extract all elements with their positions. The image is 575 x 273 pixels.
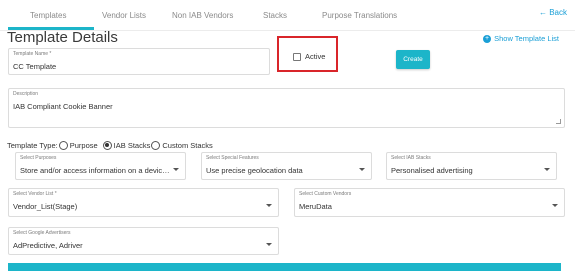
create-button[interactable]: Create [396, 50, 430, 69]
select-google-advertisers[interactable]: Select Google Advertisers AdPredictive, … [8, 227, 279, 255]
template-name-value: CC Template [13, 62, 57, 71]
select-google-advertisers-value: AdPredictive, Adriver [13, 241, 83, 250]
plus-circle-icon: + [483, 34, 492, 43]
tab-purpose-translations[interactable]: Purpose Translations [322, 11, 397, 20]
template-type-label: Template Type: [7, 140, 58, 150]
radio-purpose[interactable] [58, 140, 68, 150]
bottom-action-bar[interactable] [8, 263, 561, 271]
radio-iab-stacks[interactable] [102, 140, 112, 150]
radio-iab-stacks-label: IAB Stacks [113, 140, 151, 150]
select-purposes-label: Select Purposes [20, 155, 57, 161]
chevron-down-icon [173, 168, 179, 171]
select-custom-vendors[interactable]: Select Custom Vendors MeruData [294, 188, 565, 217]
template-type-row: Template Type: Purpose IAB Stacks Custom… [7, 140, 213, 150]
chevron-down-icon [359, 168, 365, 171]
show-template-list-link[interactable]: + Show Template List [483, 34, 559, 43]
select-special-features-label: Select Special Features [206, 155, 259, 161]
select-iab-stacks[interactable]: Select IAB Stacks Personalised advertisi… [386, 152, 557, 180]
tab-vendor-lists[interactable]: Vendor Lists [102, 11, 146, 20]
select-vendor-list-label: Select Vendor List * [13, 191, 57, 197]
chevron-down-icon [266, 243, 272, 246]
description-value: IAB Compliant Cookie Banner [13, 102, 113, 111]
chevron-down-icon [266, 204, 272, 207]
select-google-advertisers-label: Select Google Advertisers [13, 230, 71, 236]
radio-purpose-label: Purpose [69, 140, 98, 150]
tab-templates[interactable]: Templates [30, 11, 66, 20]
tab-stacks[interactable]: Stacks [263, 11, 287, 20]
select-purposes[interactable]: Select Purposes Store and/or access info… [15, 152, 186, 180]
resize-grip-icon[interactable] [556, 119, 561, 124]
select-custom-vendors-value: MeruData [299, 202, 332, 211]
select-special-features[interactable]: Select Special Features Use precise geol… [201, 152, 372, 180]
page-title: Template Details [7, 29, 118, 46]
select-iab-stacks-value: Personalised advertising [391, 166, 473, 175]
radio-custom-stacks[interactable] [151, 140, 161, 150]
active-checkbox-label: Active [305, 52, 326, 61]
template-name-field[interactable]: Template Name * CC Template [8, 48, 270, 75]
active-checkbox-highlight: Active [277, 36, 338, 72]
select-vendor-list[interactable]: Select Vendor List * Vendor_List(Stage) [8, 188, 279, 217]
select-custom-vendors-label: Select Custom Vendors [299, 191, 352, 197]
tab-non-iab-vendors[interactable]: Non IAB Vendors [172, 11, 233, 20]
select-special-features-value: Use precise geolocation data [206, 166, 303, 175]
show-template-list-label: Show Template List [494, 34, 559, 43]
select-purposes-value: Store and/or access information on a dev… [20, 166, 172, 175]
select-iab-stacks-label: Select IAB Stacks [391, 155, 431, 161]
active-checkbox[interactable] [293, 53, 301, 61]
chevron-down-icon [544, 168, 550, 171]
description-label: Description [13, 91, 39, 97]
description-field[interactable]: Description IAB Compliant Cookie Banner [8, 88, 565, 128]
back-link[interactable]: ← Back [539, 8, 567, 17]
chevron-down-icon [552, 204, 558, 207]
select-vendor-list-value: Vendor_List(Stage) [13, 202, 78, 211]
tab-bar: Templates Vendor Lists Non IAB Vendors S… [0, 0, 575, 30]
radio-custom-stacks-label: Custom Stacks [162, 140, 213, 150]
template-name-label: Template Name * [13, 51, 52, 57]
